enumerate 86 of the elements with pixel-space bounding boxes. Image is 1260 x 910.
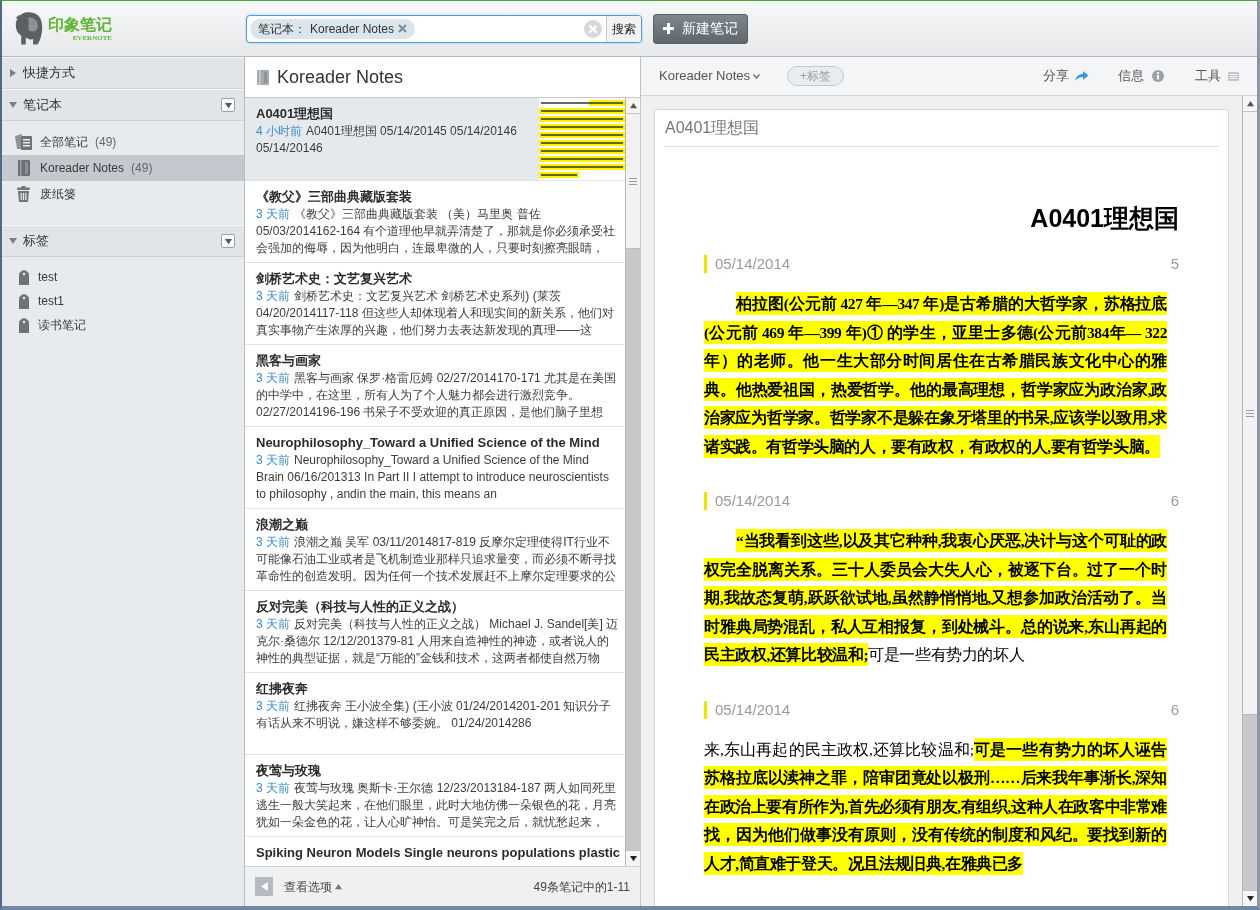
sidebar-item[interactable]: test — [2, 265, 244, 289]
notes-stack-icon — [15, 133, 33, 151]
share-arrow-icon — [1074, 70, 1089, 82]
note-snippet: 3 天前 浪潮之巅 吴军 03/11/2014817-819 反摩尔定理使得IT行业不可能像石油工业或者是飞机制造业那样只追求量变，而必须不断寻找革命性的创造发明。因为任何一个技术发展赶不上摩尔定理要求的公 — [256, 534, 617, 585]
plus-icon — [663, 23, 674, 34]
section-menu-button[interactable] — [221, 98, 235, 112]
note-title: 夜莺与玫瑰 — [256, 762, 322, 780]
highlight-text: 柏拉图(公元前 427 年—347 年)是古希腊的大哲学家，苏格拉底(公元前 469 年—399 年)① 的学生，亚里士多德(公元前384年— 322 年）的老师。他一生大部分时间居住在古希腊民族文化中心的雅典。他热爱祖国，热爱哲学。他的最高理想，哲学家应为政治家,政治家应为哲学家。哲学家不是躲在象牙塔里的书呆,应该学以致用,求诸实践。有哲学头脑的人，要有政权，有政权的人,要有哲学头脑。 — [704, 290, 1167, 461]
note-title: 剑桥艺术史：文艺复兴艺术 — [256, 270, 413, 288]
note-title: 红拂夜奔 — [256, 680, 309, 698]
view-options-button[interactable]: 查看选项 — [284, 877, 342, 896]
note-snippet: 3 天前 Neurophilosophy_Toward a Unified Science of the Mind Brain 06/16/201313 In Part II I attempt to introduce neuroscientists to philosophy , andin the main, this means an — [256, 452, 610, 503]
caret-up-icon — [629, 102, 637, 109]
caret-up-icon — [1246, 100, 1254, 107]
info-button[interactable]: 信息 — [1118, 66, 1164, 86]
note-title: 浪潮之巅 — [256, 516, 309, 534]
section-toggle[interactable]: 笔记本 — [9, 95, 62, 115]
sidebar-item[interactable]: 全部笔记 (49) — [2, 129, 244, 155]
caret-down-icon — [224, 237, 232, 245]
scrollbar-thumb[interactable] — [1243, 112, 1257, 715]
search-button[interactable]: 搜索 — [606, 15, 641, 42]
new-note-button[interactable]: 新建笔记 — [653, 13, 748, 44]
note-count: 49条笔记中的1-11 — [533, 878, 630, 896]
trash-icon — [17, 186, 30, 202]
filter-label: 笔记本： — [258, 20, 306, 38]
note-title: 黑客与画家 — [256, 352, 322, 370]
note-title: Neurophilosophy_Toward a Unified Science of the Mind — [256, 434, 601, 452]
caret-left-icon — [259, 882, 269, 891]
section-menu-button[interactable] — [221, 234, 235, 248]
note-snippet: 3 天前 剑桥艺术史：文艺复兴艺术 剑桥艺术史系列) (莱茨 04/20/2014117-118 但这些人却体现着人和现实间的新关系，他们对真实事物产生浓厚的兴趣，他们努力去表达新发现的真理——这 — [256, 288, 615, 339]
highlight-date: 05/14/2014 — [704, 492, 791, 510]
notebook-icon — [257, 69, 269, 85]
caret-up-icon — [335, 883, 342, 890]
search-field[interactable]: 笔记本： Koreader Notes 搜索 — [246, 14, 642, 43]
chevron-down-icon — [753, 73, 761, 79]
sidebar-item[interactable]: 读书笔记 — [2, 313, 244, 337]
tag-icon — [19, 269, 29, 285]
notebook-selector[interactable]: Koreader Notes — [659, 66, 761, 86]
note-title: Spiking Neuron Models Single neurons populations plastic — [256, 844, 619, 862]
note-snippet: 3 天前 反对完美（科技与人性的正义之战） Michael J. Sandel[美] 迈克尔·桑德尔 12/12/201379-81 人用来自造神性的神迹，或者说人的神性的典型证据，就是“万能的”金钱和技术，这两者都使自然万物 — [256, 616, 619, 667]
elephant-logo-icon — [13, 9, 44, 48]
scrollbar[interactable] — [625, 98, 640, 866]
grip-icon — [1246, 409, 1254, 417]
tools-button[interactable]: 工具 — [1195, 66, 1239, 86]
note-heading: A0401理想国 — [1030, 203, 1179, 233]
sidebar-item[interactable]: Koreader Notes (49) — [2, 155, 244, 181]
tag-icon — [19, 293, 29, 309]
scrollbar[interactable] — [1242, 96, 1257, 906]
tag-icon — [19, 317, 29, 333]
notebook-icon — [18, 160, 30, 176]
page-number: 5 — [1170, 255, 1179, 273]
grip-icon — [629, 177, 637, 185]
caret-down-icon — [224, 101, 232, 109]
share-button[interactable]: 分享 — [1043, 66, 1089, 86]
close-icon[interactable] — [398, 24, 408, 33]
notebook-title: Koreader Notes — [277, 65, 404, 89]
menu-icon — [1228, 71, 1239, 81]
section-toggle[interactable]: 快捷方式 — [9, 63, 75, 83]
caret-down-icon — [1246, 895, 1254, 902]
sidebar-item[interactable]: test1 — [2, 289, 244, 313]
sidebar-item[interactable]: 废纸篓 — [2, 181, 244, 207]
scroll-down-button[interactable] — [626, 850, 640, 866]
page-number: 6 — [1170, 700, 1179, 719]
highlight-date: 05/14/2014 — [704, 700, 791, 719]
scroll-up-button[interactable] — [626, 98, 640, 114]
note-snippet: 3 天前 红拂夜奔 王小波全集) (王小波 01/24/2014201-201 知识分子有话从来不明说，嫌这样不够委婉。 01/24/2014286 — [256, 698, 613, 732]
filter-value: Koreader Notes — [310, 20, 395, 38]
note-title: 反对完美（科技与人性的正义之战） — [256, 598, 465, 616]
note-list-item[interactable]: A0401理想国 4 小时前 A0401理想国 05/14/20145 05/14/20146 05/14/20146 — [245, 98, 625, 181]
section-toggle[interactable]: 标签 — [9, 231, 49, 251]
note-title: 《教父》三部曲典藏版套装 — [256, 188, 413, 206]
highlight-text: 来,东山再起的民主政权,还算比较温和;可是一些有势力的坏人诬告苏格拉底以渎神之罪，陪审团竟处以极刑……后来我年事渐长,深知在政治上要有所作为,首先必须有朋友,有组织,这种人在政客中非常难找，因为他们做事没有原则，没有传统的制度和风纪。要找到新的人才,简直难于登天。况且法规旧典,在雅典已多 — [704, 735, 1167, 878]
highlight-date: 05/14/2014 — [704, 255, 791, 273]
info-icon — [1152, 70, 1164, 82]
note-snippet: 3 天前 夜莺与玫瑰 奥斯卡·王尔德 12/23/2013184-187 两人如同死里逃生一般大笑起来，在他们眼里，此时大地仿佛一朵银色的花，月亮犹如一朵金色的花，让人心旷神怡。可是笑完之后，就忧愁起来， — [256, 780, 618, 831]
note-snippet: 3 天前 《教父》三部曲典藏版套装 （美）马里奥 普佐 05/03/2014162-164 有个道理他早就弄清楚了，那就是你必须承受社会强加的侮辱，因为他明白，连最卑微的人，只要时刻擦亮眼睛， — [256, 206, 617, 257]
note-title: A0401理想国 — [256, 105, 335, 123]
logo-text: 印象笔记 — [48, 14, 112, 34]
note-snippet: 3 天前 黑客与画家 保罗·格雷厄姆 02/27/2014170-171 尤其是在美国的中学中，在这里，所有人为了个人魅力都会进行激烈竞争。 02/27/2014196-196 书呆子不受欢迎的真正原因，是他们脑子里想 — [256, 370, 618, 421]
scrollbar-thumb[interactable] — [626, 114, 640, 249]
note-title-field[interactable]: A0401理想国 — [665, 110, 1218, 147]
scroll-down-button[interactable] — [1243, 890, 1257, 906]
page-number: 6 — [1170, 492, 1179, 510]
scroll-up-button[interactable] — [1243, 96, 1257, 112]
note-snippet: 4 小时前 A0401理想国 05/14/20145 05/14/20146 05/14/20146 — [256, 123, 518, 157]
caret-down-icon — [629, 855, 637, 862]
